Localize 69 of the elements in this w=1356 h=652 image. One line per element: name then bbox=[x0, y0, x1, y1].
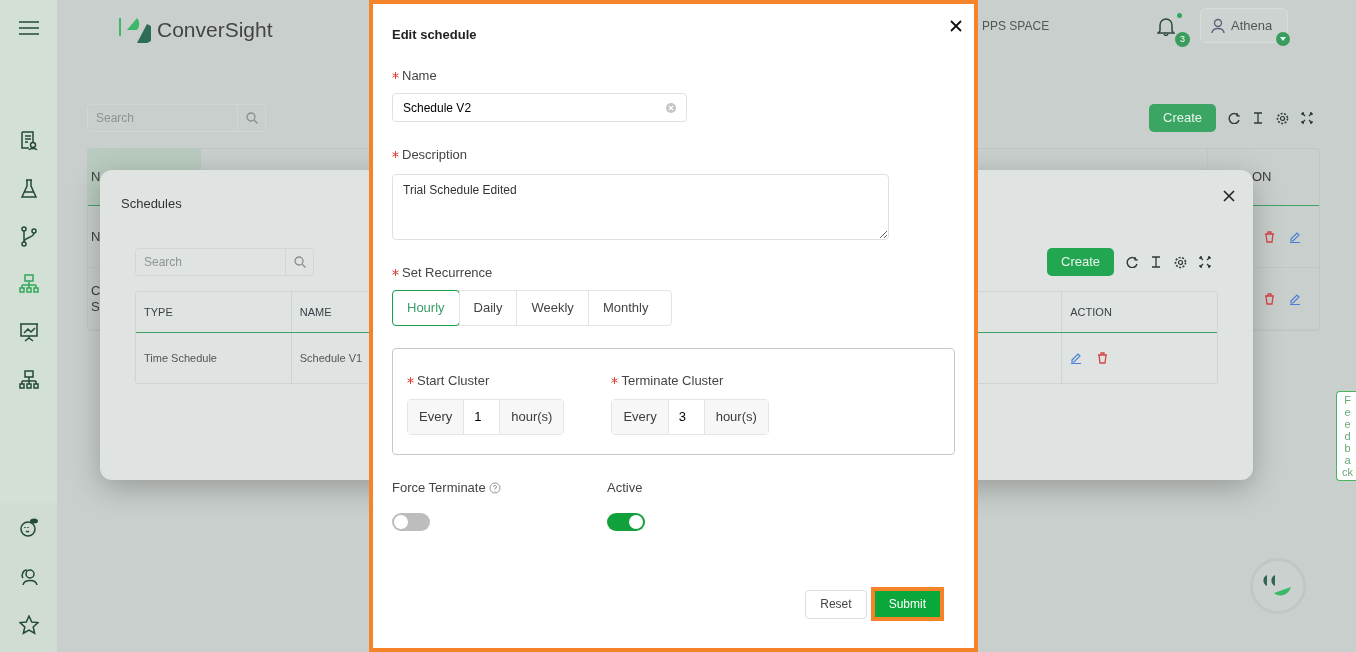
workspace-link[interactable]: PPS SPACE bbox=[982, 17, 1050, 35]
column-header: ON bbox=[1252, 168, 1272, 187]
column-header: N bbox=[91, 168, 101, 187]
field-label: Description bbox=[402, 146, 468, 164]
smiley-icon[interactable] bbox=[18, 517, 39, 538]
presentation-icon[interactable] bbox=[18, 322, 39, 343]
logo-icon bbox=[119, 16, 151, 44]
trash-icon[interactable] bbox=[1264, 230, 1275, 243]
interval-field[interactable]: 1 bbox=[463, 399, 501, 434]
user-icon bbox=[1211, 17, 1225, 34]
column-height-icon[interactable] bbox=[1252, 112, 1265, 124]
input-suffix: hour(s) bbox=[500, 399, 564, 434]
trash-icon[interactable] bbox=[1097, 352, 1109, 364]
close-icon[interactable] bbox=[1223, 190, 1235, 202]
fullscreen-icon[interactable] bbox=[1199, 256, 1212, 268]
branch-icon[interactable] bbox=[18, 226, 39, 247]
name-field[interactable]: Schedule V2 bbox=[392, 93, 687, 122]
refresh-icon[interactable] bbox=[1228, 112, 1241, 124]
reset-button[interactable]: Reset bbox=[805, 589, 867, 619]
search-input[interactable]: Search bbox=[88, 105, 237, 131]
dropdown-icon[interactable] bbox=[1276, 32, 1290, 46]
edit-icon[interactable] bbox=[1289, 292, 1301, 305]
field-label: Active bbox=[607, 479, 643, 497]
report-icon[interactable] bbox=[18, 130, 39, 151]
users-icon[interactable] bbox=[18, 566, 39, 587]
toggle-switch[interactable] bbox=[392, 512, 430, 531]
search-input[interactable]: Search bbox=[136, 249, 285, 275]
field-label: Terminate Cluster bbox=[621, 372, 724, 390]
field-label: Set Recurrence bbox=[402, 263, 493, 282]
search-field[interactable]: Search bbox=[135, 248, 314, 276]
table-cell-text: Schedule V1 bbox=[299, 350, 363, 366]
user-menu-button[interactable]: Athena bbox=[1200, 8, 1288, 43]
settings-icon[interactable] bbox=[1174, 255, 1188, 269]
recurrence-tab[interactable]: Hourly bbox=[392, 290, 460, 326]
hierarchy-icon[interactable] bbox=[18, 370, 39, 391]
column-height-icon[interactable] bbox=[1150, 256, 1163, 268]
fullscreen-icon[interactable] bbox=[1301, 112, 1314, 124]
column-header: NAME bbox=[299, 304, 332, 320]
field-label: Start Cluster bbox=[417, 372, 490, 390]
description-field[interactable]: Trial Schedule Edited bbox=[392, 173, 889, 240]
column-header: ACTION bbox=[1070, 304, 1112, 320]
flask-icon[interactable] bbox=[18, 178, 39, 199]
trash-icon[interactable] bbox=[1264, 292, 1275, 305]
edit-icon[interactable] bbox=[1289, 230, 1301, 243]
column-header: TYPE bbox=[144, 304, 173, 320]
table-cell-text: Time Schedule bbox=[144, 350, 217, 366]
field-label: Force Terminate bbox=[392, 479, 486, 497]
input-suffix: hour(s) bbox=[704, 399, 768, 434]
dialog-title: Edit schedule bbox=[392, 26, 477, 44]
table-cell: C bbox=[91, 282, 101, 299]
dialog-title: Schedules bbox=[121, 195, 182, 213]
notification-count: 3 bbox=[1175, 32, 1190, 47]
close-icon[interactable] bbox=[950, 20, 962, 32]
refresh-icon[interactable] bbox=[1126, 256, 1139, 268]
star-icon[interactable] bbox=[18, 615, 39, 636]
settings-icon[interactable] bbox=[1276, 111, 1290, 125]
menu-icon[interactable] bbox=[18, 20, 39, 36]
search-field[interactable]: Search bbox=[87, 104, 266, 132]
bell-icon[interactable] bbox=[1157, 16, 1175, 36]
field-label: Name bbox=[402, 66, 437, 85]
logo-text: ConverSight bbox=[157, 17, 273, 44]
interval-field[interactable]: 3 bbox=[667, 399, 705, 434]
table-cell: S bbox=[91, 298, 101, 315]
table-cell: N bbox=[91, 228, 101, 245]
input-prefix: Every bbox=[612, 399, 668, 434]
input-prefix: Every bbox=[408, 399, 464, 434]
edit-icon[interactable] bbox=[1070, 352, 1083, 364]
search-icon[interactable] bbox=[293, 256, 306, 268]
toggle-switch[interactable] bbox=[607, 512, 645, 531]
